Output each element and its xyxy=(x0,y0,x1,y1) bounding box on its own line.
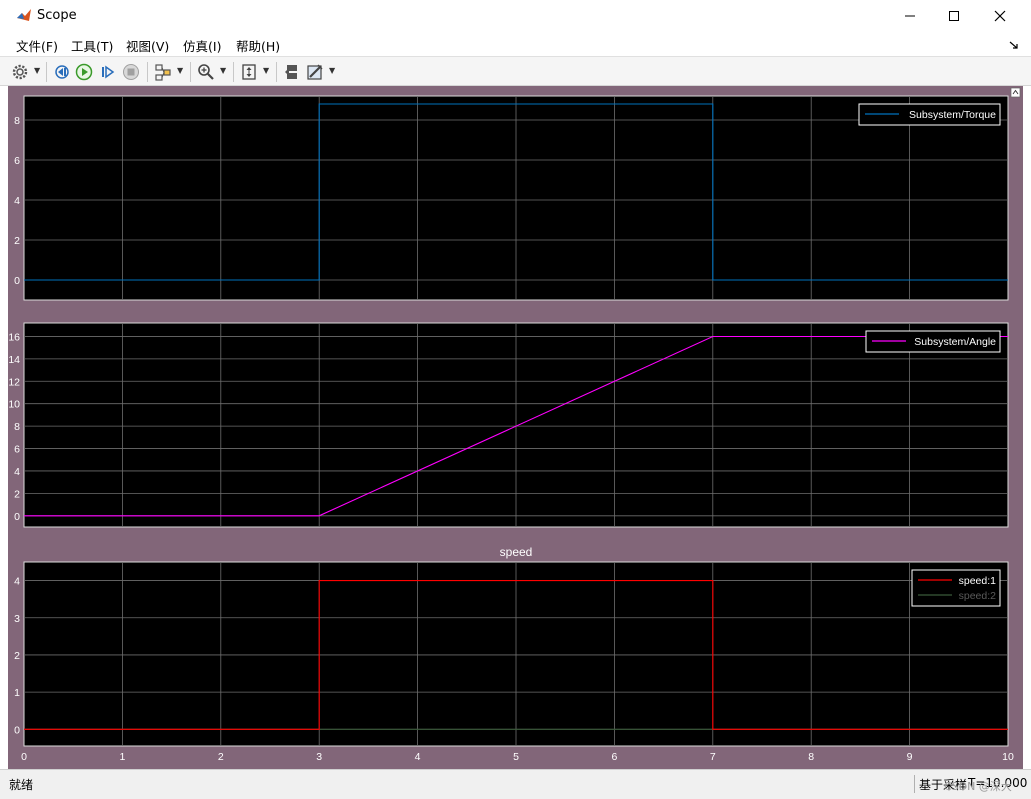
y-tick-label: 8 xyxy=(14,421,20,433)
style-button[interactable] xyxy=(305,61,325,82)
menu-tools[interactable]: 工具(T) xyxy=(71,36,113,55)
y-tick-label: 6 xyxy=(14,155,20,167)
settings-dropdown-icon[interactable]: ▼ xyxy=(34,66,40,75)
y-tick-label: 2 xyxy=(14,235,20,247)
x-tick-label: 8 xyxy=(808,751,814,763)
highlight-button[interactable] xyxy=(153,61,173,82)
undock-plot-icon[interactable] xyxy=(1010,87,1021,98)
status-separator xyxy=(914,775,915,793)
x-tick-label: 5 xyxy=(513,751,519,763)
menu-help[interactable]: 帮助(H) xyxy=(236,36,280,55)
autoscale-button[interactable] xyxy=(239,61,259,82)
autoscale-dropdown-icon[interactable]: ▼ xyxy=(263,66,269,75)
step-back-icon xyxy=(55,64,69,79)
y-tick-label: 4 xyxy=(14,195,20,207)
y-tick-label: 2 xyxy=(14,650,20,662)
x-tick-label: 2 xyxy=(218,751,224,763)
x-tick-label: 0 xyxy=(21,751,27,763)
toolbar-separator xyxy=(147,62,148,82)
legend-label: Subsystem/Angle xyxy=(914,336,996,348)
y-tick-label: 14 xyxy=(8,354,20,366)
minimize-button[interactable] xyxy=(887,0,933,31)
y-tick-label: 4 xyxy=(14,576,20,588)
scope-plots: 02468 Subsystem/Torque0246810121416 Subsys… xyxy=(8,87,1021,763)
y-tick-label: 0 xyxy=(14,275,20,287)
stop-icon xyxy=(123,63,139,80)
highlight-dropdown-icon[interactable]: ▼ xyxy=(177,66,183,75)
y-tick-label: 1 xyxy=(14,687,20,699)
step-forward-button[interactable] xyxy=(98,61,118,82)
menu-simulation[interactable]: 仿真(I) xyxy=(183,36,221,55)
toolbar: ▼ ▼ ▼ ▼ ▼ xyxy=(0,56,1031,86)
x-tick-label: 4 xyxy=(415,751,421,763)
x-tick-label: 10 xyxy=(1002,751,1014,763)
step-back-button[interactable] xyxy=(52,61,72,82)
toolbar-separator xyxy=(233,62,234,82)
x-tick-label: 9 xyxy=(907,751,913,763)
maximize-button[interactable] xyxy=(931,0,977,31)
y-tick-label: 0 xyxy=(14,724,20,736)
minimize-icon xyxy=(905,15,915,16)
y-tick-label: 3 xyxy=(14,613,20,625)
x-tick-label: 1 xyxy=(119,751,125,763)
watermark: CSDN @深大 xyxy=(944,780,1012,793)
legend-label: speed:2 xyxy=(959,590,997,602)
settings-button[interactable] xyxy=(10,61,30,82)
close-icon xyxy=(994,10,1006,21)
menu-file[interactable]: 文件(F) xyxy=(16,36,58,55)
zoom-dropdown-icon[interactable]: ▼ xyxy=(220,66,226,75)
title-bar: Scope xyxy=(0,0,1031,31)
legend-label: Subsystem/Torque xyxy=(909,109,996,121)
y-tick-label: 2 xyxy=(14,488,20,500)
plot-title: speed xyxy=(500,545,533,559)
layout-button[interactable] xyxy=(282,61,302,82)
x-tick-label: 7 xyxy=(710,751,716,763)
undock-arrow-icon[interactable] xyxy=(1009,40,1019,50)
toolbar-separator xyxy=(276,62,277,82)
toolbar-separator xyxy=(46,62,47,82)
y-tick-label: 0 xyxy=(14,511,20,523)
window-title: Scope xyxy=(37,8,77,23)
legend-label: speed:1 xyxy=(959,575,997,587)
highlight-icon xyxy=(155,63,171,81)
layout-icon xyxy=(285,64,297,79)
settings-icon xyxy=(12,64,28,79)
style-dropdown-icon[interactable]: ▼ xyxy=(329,66,335,75)
toolbar-separator xyxy=(190,62,191,82)
y-tick-label: 16 xyxy=(8,331,20,343)
menu-bar: 文件(F) 工具(T) 视图(V) 仿真(I) 帮助(H) xyxy=(0,31,1031,56)
zoom-icon xyxy=(198,63,214,80)
x-tick-label: 6 xyxy=(611,751,617,763)
y-tick-label: 10 xyxy=(8,399,20,411)
step-forward-icon xyxy=(102,65,115,78)
close-button[interactable] xyxy=(977,0,1023,31)
y-tick-label: 12 xyxy=(8,376,20,388)
maximize-icon xyxy=(949,10,959,21)
run-button[interactable] xyxy=(74,61,94,82)
scope-figure: 0 2 4 6 8 Subsystem/Torque 0 2 4 6 8 10 12 14 16 Subsys… xyxy=(8,86,1023,769)
status-bar: 就绪 基于采样 T=10.000 xyxy=(0,769,1031,799)
y-tick-label: 4 xyxy=(14,466,20,478)
y-tick-label: 8 xyxy=(14,115,20,127)
matlab-logo-icon xyxy=(16,7,32,23)
y-tick-label: 6 xyxy=(14,444,20,456)
zoom-button[interactable] xyxy=(196,61,216,82)
x-tick-label: 3 xyxy=(316,751,322,763)
status-ready: 就绪 xyxy=(9,778,34,792)
autoscale-icon xyxy=(242,63,256,80)
stop-button[interactable] xyxy=(121,61,141,82)
style-icon xyxy=(307,63,323,80)
menu-view[interactable]: 视图(V) xyxy=(126,36,169,55)
run-icon xyxy=(75,63,93,80)
